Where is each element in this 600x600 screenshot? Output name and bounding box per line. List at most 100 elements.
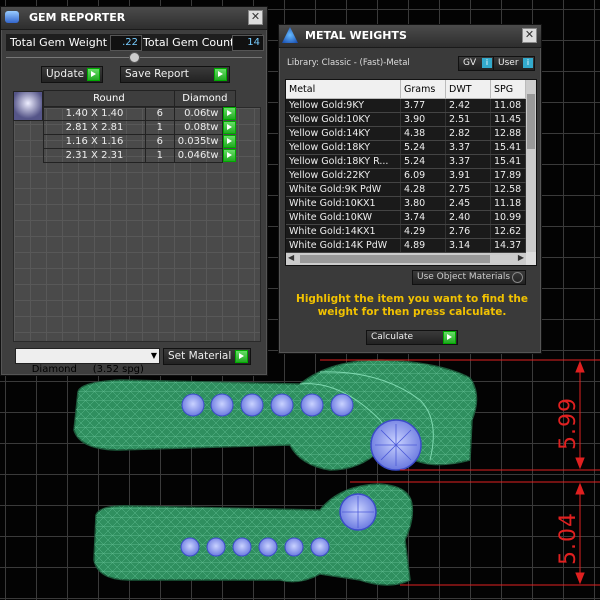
table-row[interactable]: 1.40 X 1.40 6 0.06tw xyxy=(43,106,236,121)
save-report-button[interactable]: Save Report xyxy=(120,66,230,83)
metal-metal-cell: Yellow Gold:14KY xyxy=(286,126,401,141)
dimension-bottom-label: 5.04 xyxy=(556,512,581,565)
metal-grams-cell: 6.09 xyxy=(400,168,446,183)
vertical-scrollbar[interactable] xyxy=(526,80,536,252)
play-icon xyxy=(87,68,100,81)
metal-dwt-cell: 3.37 xyxy=(445,140,491,155)
metal-spg-cell: 12.58 xyxy=(490,182,526,197)
table-row[interactable]: 1.16 X 1.16 6 0.035tw xyxy=(43,134,236,149)
user-label: User xyxy=(498,58,519,68)
gem-weight: 0.06tw xyxy=(173,106,223,121)
material-select[interactable]: Diamond (3.52 spg) ▼ xyxy=(15,348,160,375)
metal-metal-cell: White Gold:14K PdW xyxy=(286,238,401,253)
close-icon[interactable]: ✕ xyxy=(522,28,537,43)
metal-dwt-cell: 2.76 xyxy=(445,224,491,239)
flask-icon xyxy=(282,27,298,43)
gem-size: 1.16 X 1.16 xyxy=(43,134,146,149)
select-row-icon[interactable] xyxy=(222,107,236,121)
metal-spg-cell: 11.08 xyxy=(490,98,526,113)
table-row[interactable]: Yellow Gold:9KY 3.77 2.42 11.08 xyxy=(286,98,526,113)
metal-grams-cell: 3.77 xyxy=(400,98,446,113)
calculate-label: Calculate xyxy=(371,332,414,342)
bottom-ring-center-stone xyxy=(339,493,377,531)
table-row[interactable]: Yellow Gold:10KY 3.90 2.51 11.45 xyxy=(286,112,526,127)
info-icon: i xyxy=(523,58,533,68)
slider-handle[interactable] xyxy=(129,52,140,63)
table-row[interactable]: White Gold:9K PdW 4.28 2.75 12.58 xyxy=(286,182,526,197)
update-label: Update xyxy=(46,68,85,80)
library-label: Library: Classic - (Fast)-Metal xyxy=(287,58,410,68)
use-object-materials-button[interactable]: Use Object Materials xyxy=(412,270,526,285)
metal-list[interactable]: Metal Grams DWT SPG Yellow Gold:9KY 3.77 2… xyxy=(285,79,537,266)
table-row[interactable]: Yellow Gold:14KY 4.38 2.82 12.88 xyxy=(286,126,526,141)
calculate-button[interactable]: Calculate xyxy=(366,330,458,345)
gem-icon xyxy=(5,11,19,23)
table-row[interactable]: 2.31 X 2.31 1 0.046tw xyxy=(43,148,236,163)
gem-table: Round Diamond 1.40 X 1.40 6 0.06tw 2.81 … xyxy=(43,90,237,163)
gem-reporter-titlebar[interactable]: GEM REPORTER ✕ xyxy=(1,7,267,30)
table-row[interactable]: Yellow Gold:18KY 5.24 3.37 15.41 xyxy=(286,140,526,155)
table-row[interactable]: Yellow Gold:18KY R... 5.24 3.37 15.41 xyxy=(286,154,526,169)
scroll-thumb[interactable] xyxy=(300,255,490,263)
scroll-thumb[interactable] xyxy=(527,94,535,149)
gv-label: GV xyxy=(463,58,477,68)
col-grams[interactable]: Grams xyxy=(400,80,446,99)
metal-spg-cell: 17.89 xyxy=(490,168,526,183)
scroll-left-icon[interactable]: ◀ xyxy=(288,253,294,262)
col-spg[interactable]: SPG xyxy=(490,80,526,99)
metal-metal-cell: Yellow Gold:18KY R... xyxy=(286,154,401,169)
gem-count: 1 xyxy=(144,120,175,135)
total-gem-weight-value: .22 xyxy=(110,35,142,51)
scroll-right-icon[interactable]: ▶ xyxy=(518,253,524,262)
instruction-text: Highlight the item you want to find the … xyxy=(296,293,528,318)
horizontal-scrollbar[interactable]: ◀ ▶ xyxy=(286,253,526,265)
metal-spg-cell: 11.45 xyxy=(490,112,526,127)
table-row[interactable]: White Gold:10KW 3.74 2.40 10.99 xyxy=(286,210,526,225)
use-object-materials-label: Use Object Materials xyxy=(417,272,511,282)
metal-spg-cell: 10.99 xyxy=(490,210,526,225)
metal-dwt-cell: 3.37 xyxy=(445,154,491,169)
metal-table: Metal Grams DWT SPG Yellow Gold:9KY 3.77 2… xyxy=(286,80,526,253)
play-icon xyxy=(214,68,227,81)
material-select-value: Diamond (3.52 spg) xyxy=(31,364,144,375)
metal-spg-cell: 12.62 xyxy=(490,224,526,239)
gem-weight: 0.08tw xyxy=(173,120,223,135)
select-row-icon[interactable] xyxy=(222,149,236,162)
metal-grams-cell: 3.74 xyxy=(400,210,446,225)
gem-weight: 0.035tw xyxy=(173,134,223,149)
table-row[interactable]: Yellow Gold:22KY 6.09 3.91 17.89 xyxy=(286,168,526,183)
col-metal[interactable]: Metal xyxy=(286,80,401,99)
metal-dwt-cell: 2.45 xyxy=(445,196,491,211)
totals-bar: Total Gem Weight .22 Total Gem Count 14 xyxy=(6,34,264,51)
user-button[interactable]: User i xyxy=(493,56,535,71)
select-row-icon[interactable] xyxy=(222,135,236,148)
gem-weight: 0.046tw xyxy=(173,148,223,163)
total-gem-weight-label: Total Gem Weight xyxy=(10,36,108,49)
table-row[interactable]: White Gold:14K PdW 4.89 3.14 14.37 xyxy=(286,238,526,253)
metal-grams-cell: 3.90 xyxy=(400,112,446,127)
update-button[interactable]: Update xyxy=(41,66,103,83)
col-dwt[interactable]: DWT xyxy=(445,80,491,99)
gv-button[interactable]: GV i xyxy=(458,56,494,71)
metal-weights-title: METAL WEIGHTS xyxy=(305,29,407,42)
table-row[interactable]: 2.81 X 2.81 1 0.08tw xyxy=(43,120,236,135)
metal-metal-cell: Yellow Gold:10KY xyxy=(286,112,401,127)
metal-weights-titlebar[interactable]: METAL WEIGHTS ✕ xyxy=(279,25,541,48)
gem-count: 6 xyxy=(144,106,175,121)
gem-size: 1.40 X 1.40 xyxy=(43,106,146,121)
total-gem-count-label: Total Gem Count xyxy=(143,36,235,49)
play-icon xyxy=(443,331,456,344)
metal-grams-cell: 4.28 xyxy=(400,182,446,197)
metal-dwt-cell: 2.40 xyxy=(445,210,491,225)
metal-spg-cell: 11.18 xyxy=(490,196,526,211)
select-row-icon[interactable] xyxy=(222,121,236,134)
table-row[interactable]: White Gold:14KX1 4.29 2.76 12.62 xyxy=(286,224,526,239)
metal-metal-cell: White Gold:10KX1 xyxy=(286,196,401,211)
top-ring-center-stone xyxy=(370,419,422,471)
dimension-top-label: 5.99 xyxy=(556,397,581,450)
table-row[interactable]: White Gold:10KX1 3.80 2.45 11.18 xyxy=(286,196,526,211)
chevron-down-icon: ▼ xyxy=(150,351,157,360)
set-material-button[interactable]: Set Material xyxy=(163,348,251,365)
metal-spg-cell: 15.41 xyxy=(490,154,526,169)
close-icon[interactable]: ✕ xyxy=(248,10,263,25)
